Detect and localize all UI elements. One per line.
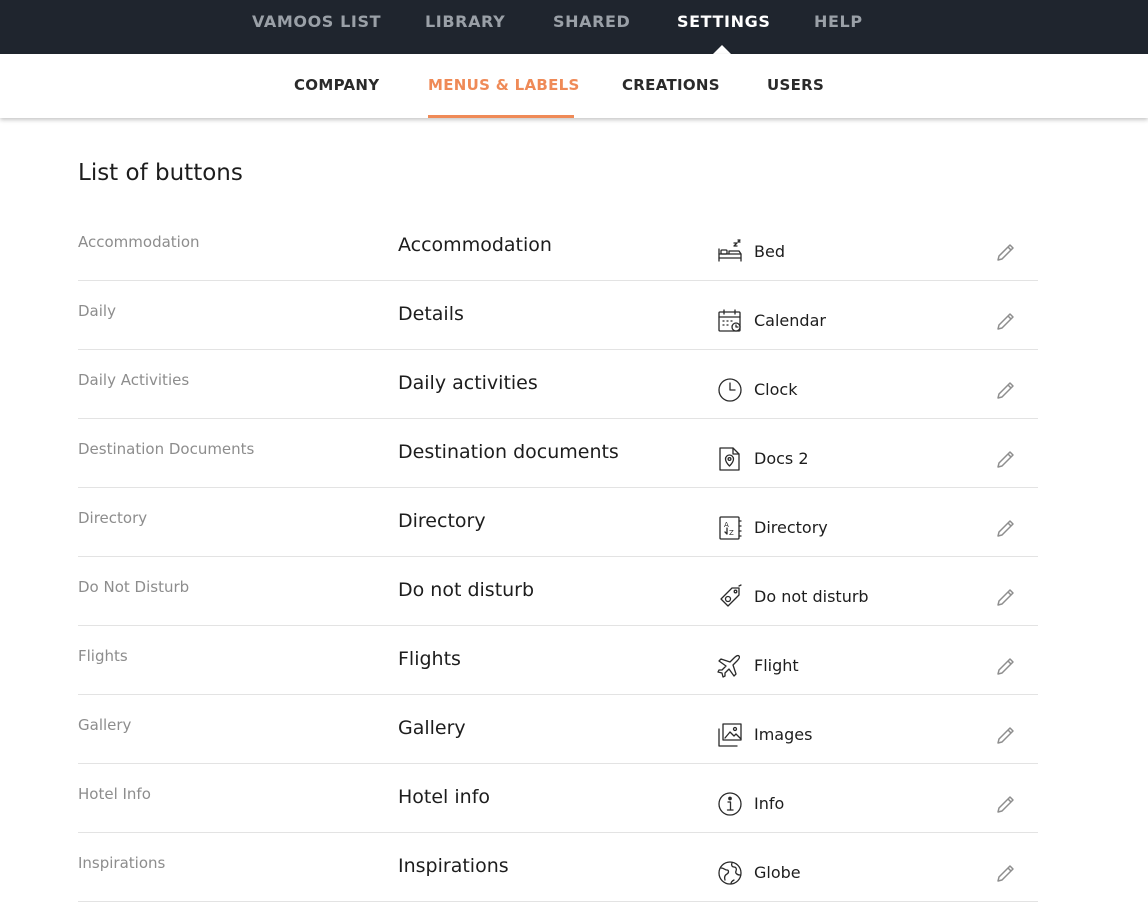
- top-nav-help[interactable]: HELP: [814, 12, 863, 31]
- edit-button[interactable]: [994, 240, 1018, 264]
- tab-users[interactable]: USERS: [767, 76, 824, 94]
- system-name: Daily: [78, 302, 116, 320]
- icon-name: Calendar: [754, 311, 826, 330]
- directory-icon: A Z: [717, 515, 743, 541]
- images-icon: [717, 722, 743, 748]
- clock-icon: [717, 377, 743, 403]
- tab-creations[interactable]: CREATIONS: [622, 76, 720, 94]
- system-name: Daily Activities: [78, 371, 190, 389]
- top-nav-shared[interactable]: SHARED: [553, 12, 630, 31]
- info-icon: [717, 791, 743, 817]
- flight-icon: [717, 653, 743, 679]
- system-name: Accommodation: [78, 233, 200, 251]
- top-nav: VAMOOS LIST LIBRARY SHARED SETTINGS HELP: [0, 0, 1148, 54]
- active-tab-underline: [428, 115, 574, 118]
- active-tab-caret: [713, 45, 731, 54]
- list-item: Directory Directory A Z Directory: [78, 488, 1038, 557]
- list-item: Hotel Info Hotel info Info: [78, 764, 1038, 833]
- edit-button[interactable]: [994, 309, 1018, 333]
- system-name: Destination Documents: [78, 440, 255, 458]
- button-label: Inspirations: [398, 855, 509, 877]
- bed-icon: [717, 239, 743, 265]
- system-name: Directory: [78, 509, 148, 527]
- sub-nav: COMPANY MENUS & LABELS CREATIONS USERS: [0, 54, 1148, 118]
- button-label: Accommodation: [398, 234, 552, 256]
- list-item: Daily Details Calendar: [78, 281, 1038, 350]
- icon-name: Do not disturb: [754, 587, 869, 606]
- top-nav-settings[interactable]: SETTINGS: [677, 12, 770, 31]
- buttons-list: Accommodation Accommodation Bed Daily De…: [78, 212, 1038, 902]
- icon-name: Globe: [754, 863, 801, 882]
- edit-button[interactable]: [994, 516, 1018, 540]
- do-not-disturb-tag-icon: [717, 584, 743, 610]
- globe-icon: [717, 860, 743, 886]
- edit-button[interactable]: [994, 654, 1018, 678]
- top-nav-vamoos-list[interactable]: VAMOOS LIST: [252, 12, 381, 31]
- icon-name: Info: [754, 794, 785, 813]
- system-name: Gallery: [78, 716, 132, 734]
- calendar-icon: [717, 308, 743, 334]
- icon-name: Docs 2: [754, 449, 809, 468]
- list-item: Flights Flights Flight: [78, 626, 1038, 695]
- edit-button[interactable]: [994, 378, 1018, 402]
- top-nav-library[interactable]: LIBRARY: [425, 12, 505, 31]
- edit-button[interactable]: [994, 723, 1018, 747]
- edit-button[interactable]: [994, 861, 1018, 885]
- edit-button[interactable]: [994, 585, 1018, 609]
- button-label: Do not disturb: [398, 579, 535, 601]
- icon-name: Images: [754, 725, 813, 744]
- list-item: Destination Documents Destination docume…: [78, 419, 1038, 488]
- list-item: Accommodation Accommodation Bed: [78, 212, 1038, 281]
- list-item: Daily Activities Daily activities Clock: [78, 350, 1038, 419]
- list-item: Do Not Disturb Do not disturb Do not dis…: [78, 557, 1038, 626]
- button-label: Gallery: [398, 717, 466, 739]
- button-label: Details: [398, 303, 464, 325]
- edit-button[interactable]: [994, 792, 1018, 816]
- system-name: Do Not Disturb: [78, 578, 190, 596]
- docs-icon: [717, 446, 743, 472]
- button-label: Daily activities: [398, 372, 538, 394]
- list-item: Inspirations Inspirations Globe: [78, 833, 1038, 902]
- system-name: Flights: [78, 647, 128, 665]
- button-label: Directory: [398, 510, 486, 532]
- list-item: Gallery Gallery Images: [78, 695, 1038, 764]
- tab-company[interactable]: COMPANY: [294, 76, 379, 94]
- icon-name: Directory: [754, 518, 828, 537]
- icon-name: Flight: [754, 656, 799, 675]
- svg-text:Z: Z: [729, 529, 734, 537]
- system-name: Inspirations: [78, 854, 166, 872]
- icon-name: Bed: [754, 242, 785, 261]
- icon-name: Clock: [754, 380, 798, 399]
- edit-button[interactable]: [994, 447, 1018, 471]
- tab-menus-labels[interactable]: MENUS & LABELS: [428, 76, 580, 94]
- button-label: Hotel info: [398, 786, 491, 808]
- button-label: Flights: [398, 648, 461, 670]
- page-title: List of buttons: [78, 160, 243, 186]
- system-name: Hotel Info: [78, 785, 151, 803]
- button-label: Destination documents: [398, 441, 619, 463]
